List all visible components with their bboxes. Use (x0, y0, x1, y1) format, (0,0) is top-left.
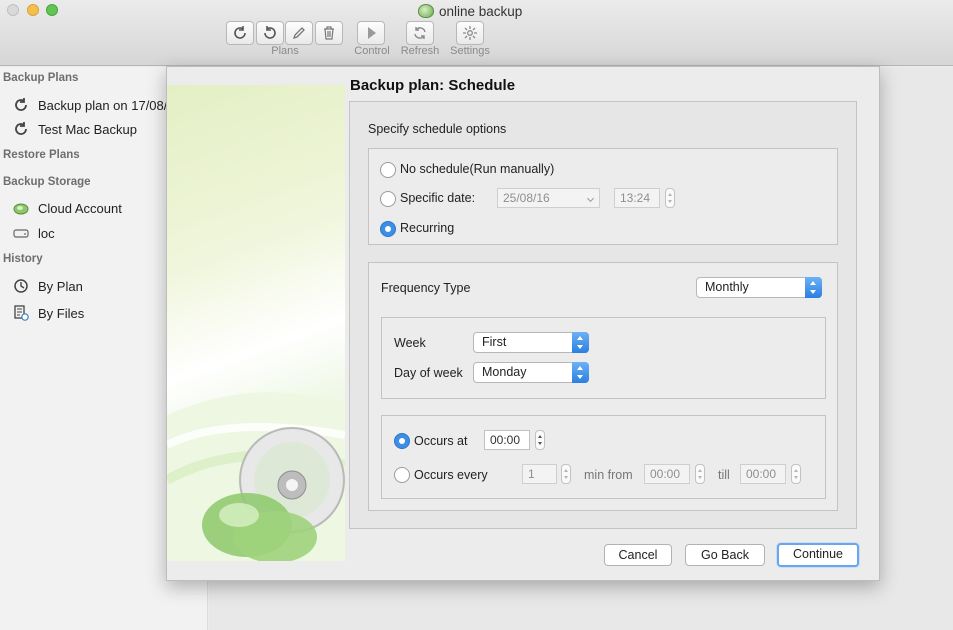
history-clock-icon (14, 279, 28, 293)
sidebar-item-cloud-account[interactable]: Cloud Account (12, 199, 122, 217)
schedule-dialog: Backup plan: Schedule Specify schedule o… (166, 66, 880, 581)
play-icon (368, 27, 376, 39)
hard-drive-icon (13, 229, 29, 238)
backup-plan-icon (15, 98, 27, 111)
occurs-at-time-field[interactable]: 00:00 (484, 430, 530, 450)
backup-plan-icon (15, 122, 27, 135)
refresh-arrow-icon (234, 26, 246, 39)
recurring-radio[interactable] (380, 221, 396, 237)
day-of-week-label: Day of week (394, 366, 463, 380)
sidebar-heading-history: History (3, 253, 43, 265)
min-from-label: min from (584, 468, 633, 482)
minimize-window-button[interactable] (27, 4, 39, 16)
specific-date-field[interactable]: 25/08/16 (497, 188, 600, 208)
select-arrows-icon (572, 332, 589, 353)
frequency-group: Frequency Type Monthly Week First Day of… (368, 262, 838, 511)
go-back-button[interactable]: Go Back (685, 544, 765, 566)
from-time-stepper[interactable] (695, 464, 705, 484)
frequency-type-select[interactable]: Monthly (696, 277, 822, 298)
dialog-title: Backup plan: Schedule (350, 77, 516, 94)
cloud-icon (418, 4, 434, 18)
from-time-field[interactable]: 00:00 (644, 464, 690, 484)
till-time-stepper[interactable] (791, 464, 801, 484)
specific-time-stepper[interactable] (665, 188, 675, 208)
sidebar-item-by-plan[interactable]: By Plan (12, 277, 83, 295)
day-of-week-select[interactable]: Monday (473, 362, 589, 383)
occurs-group: Occurs at 00:00 Occurs every 1 min from … (381, 415, 826, 499)
undo-arrow-icon (264, 26, 276, 39)
settings-button[interactable] (456, 21, 484, 45)
sidebar-heading-restore-plans: Restore Plans (3, 149, 80, 161)
schedule-type-group: No schedule(Run manually) Specific date:… (368, 148, 838, 245)
no-schedule-label: No schedule(Run manually) (400, 162, 555, 176)
occurs-every-interval-field[interactable]: 1 (522, 464, 557, 484)
cloud-disc-illustration (167, 392, 345, 561)
section-label: Specify schedule options (368, 122, 507, 136)
window-title: online backup (418, 2, 522, 20)
sidebar-item-test-mac-backup[interactable]: Test Mac Backup (12, 120, 137, 138)
toolbar-label-plans: Plans (271, 45, 299, 57)
occurs-at-radio[interactable] (394, 433, 410, 449)
frequency-type-label: Frequency Type (381, 281, 471, 295)
specific-time-field[interactable]: 13:24 (614, 188, 660, 208)
pencil-icon (292, 27, 305, 40)
trash-icon (324, 26, 334, 40)
gear-icon (463, 26, 477, 40)
recurring-label: Recurring (400, 221, 455, 235)
sidebar-heading-backup-storage: Backup Storage (3, 176, 91, 188)
no-schedule-radio[interactable] (380, 162, 396, 178)
cloud-icon (13, 203, 29, 215)
select-arrows-icon (805, 277, 822, 298)
till-label: till (718, 468, 730, 482)
occurs-at-stepper[interactable] (535, 430, 545, 450)
sidebar-heading-backup-plans: Backup Plans (3, 72, 79, 84)
backup-plan-button[interactable] (226, 21, 254, 45)
toolbar-label-control: Control (354, 45, 390, 57)
edit-plan-button[interactable] (285, 21, 313, 45)
sidebar-item-backup-plan[interactable]: Backup plan on 17/08/ (12, 96, 167, 114)
select-arrows-icon (572, 362, 589, 383)
week-day-group: Week First Day of week Monday (381, 317, 826, 399)
sidebar-item-loc[interactable]: loc (12, 224, 55, 242)
close-window-button[interactable] (7, 4, 19, 16)
sidebar-item-by-files[interactable]: By Files (12, 304, 84, 322)
zoom-window-button[interactable] (46, 4, 58, 16)
week-label: Week (394, 336, 426, 350)
till-time-field[interactable]: 00:00 (740, 464, 786, 484)
toolbar-label-settings: Settings (450, 45, 490, 57)
occurs-at-label: Occurs at (414, 434, 468, 448)
week-select[interactable]: First (473, 332, 589, 353)
decorative-artwork (167, 85, 345, 561)
occurs-every-stepper[interactable] (561, 464, 571, 484)
chevron-down-icon (583, 189, 599, 207)
restore-plan-button[interactable] (256, 21, 284, 45)
schedule-panel: Specify schedule options No schedule(Run… (349, 101, 857, 529)
occurs-every-label: Occurs every (414, 468, 488, 482)
specific-date-radio[interactable] (380, 191, 396, 207)
title-bar: online backup Plans Control Refresh Sett… (0, 0, 953, 66)
occurs-every-radio[interactable] (394, 467, 410, 483)
file-history-icon (14, 305, 29, 321)
continue-button[interactable]: Continue (777, 543, 859, 567)
cancel-button[interactable]: Cancel (604, 544, 672, 566)
control-button[interactable] (357, 21, 385, 45)
toolbar-label-refresh: Refresh (400, 45, 440, 57)
specific-date-label: Specific date: (400, 191, 476, 205)
refresh-button[interactable] (406, 21, 434, 45)
refresh-icon (414, 27, 426, 39)
delete-plan-button[interactable] (315, 21, 343, 45)
